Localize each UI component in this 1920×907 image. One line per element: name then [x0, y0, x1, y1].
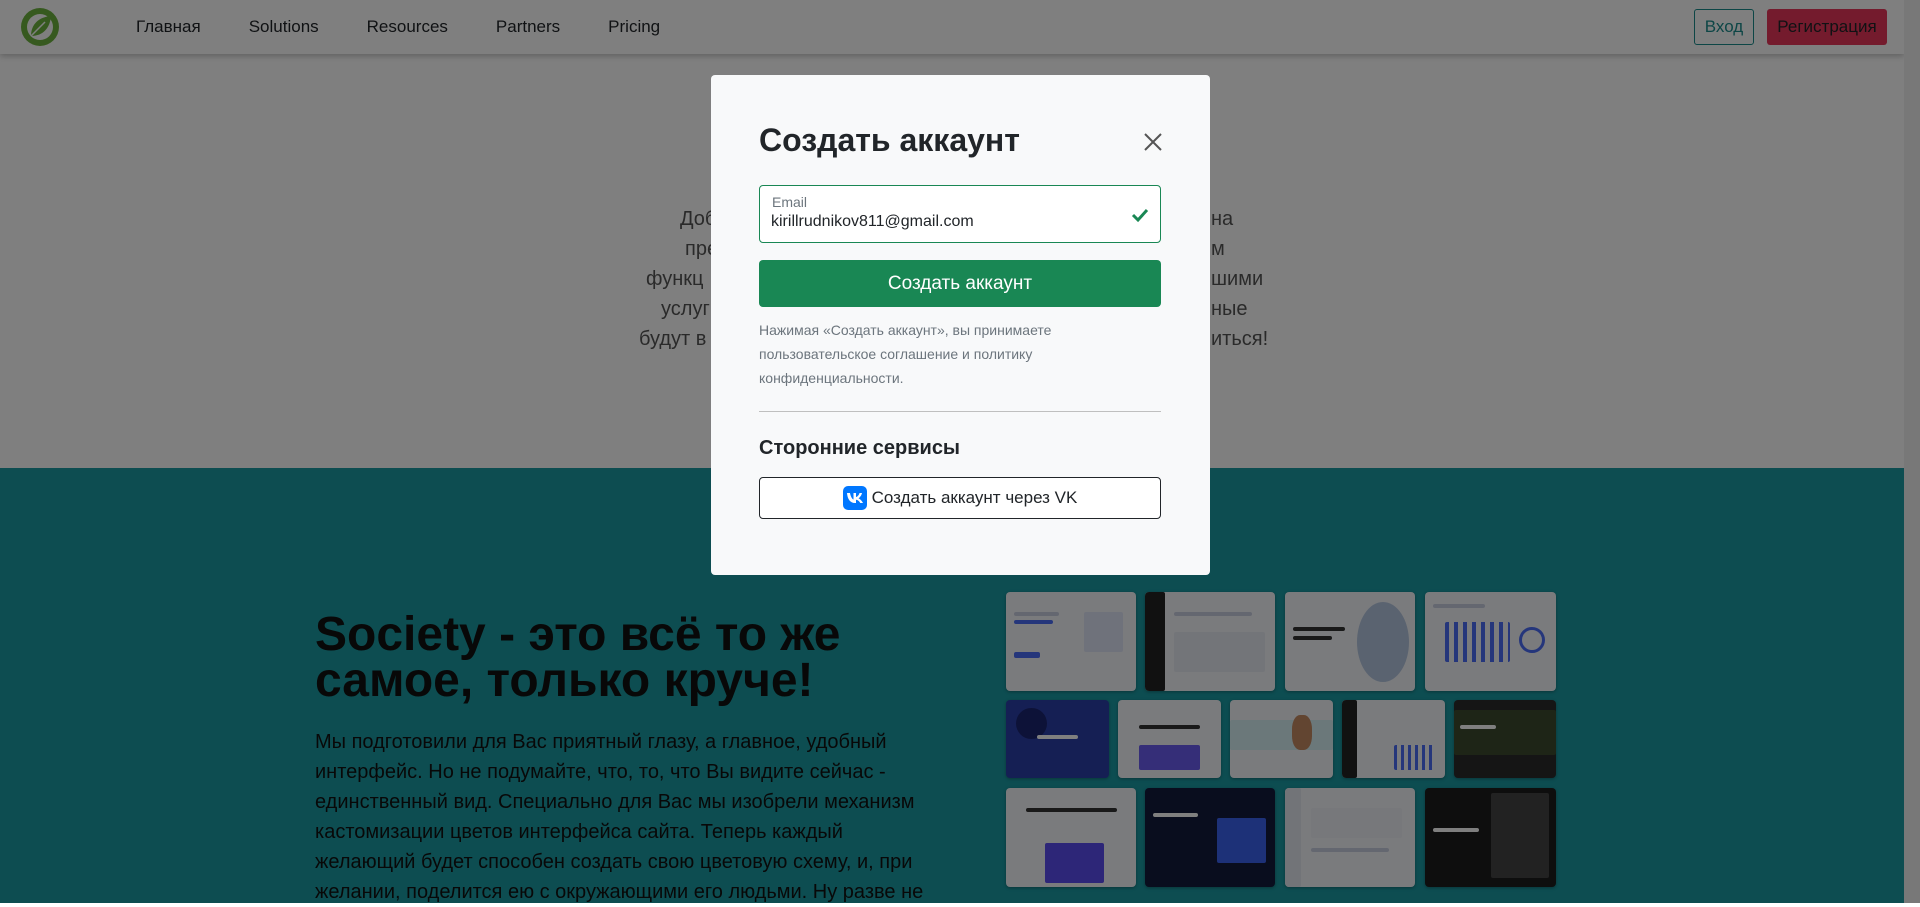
modal-title: Создать аккаунт — [759, 122, 1020, 158]
divider — [759, 411, 1161, 412]
vk-icon — [842, 486, 867, 510]
email-input[interactable] — [771, 213, 1111, 231]
email-label: Email — [772, 194, 808, 210]
third-party-title: Сторонние сервисы — [759, 437, 961, 459]
create-account-button[interactable]: Создать аккаунт — [759, 260, 1161, 307]
vk-button-label: Создать аккаунт через VK — [871, 488, 1078, 507]
vk-signup-button[interactable]: Создать аккаунт через VK — [759, 477, 1161, 519]
check-icon — [1131, 208, 1149, 223]
email-field[interactable]: Email — [759, 185, 1161, 243]
signup-modal: Создать аккаунт Email Создать аккаунт На… — [711, 75, 1210, 575]
close-icon[interactable] — [1141, 130, 1165, 154]
terms-text: Нажимая «Создать аккаунт», вы принимаете… — [759, 322, 1052, 386]
